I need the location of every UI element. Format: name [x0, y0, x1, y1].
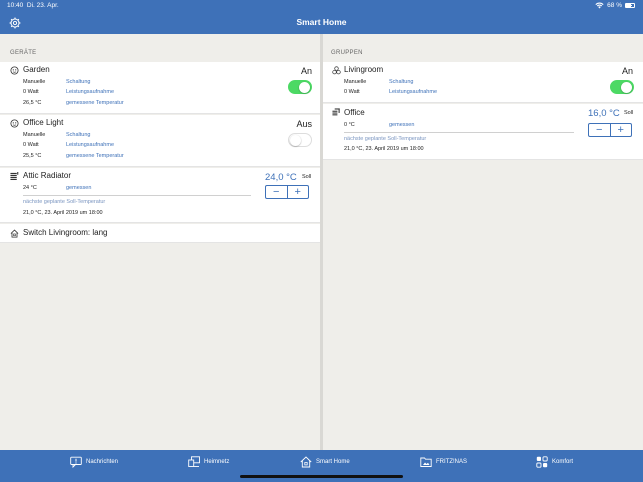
- radiator-group-icon: [332, 108, 340, 116]
- device-state: An: [300, 66, 312, 76]
- set-temperature: 16,0 °C: [588, 108, 620, 119]
- battery-percent: 68 %: [607, 2, 622, 9]
- decrease-temperature-button[interactable]: −: [589, 124, 611, 136]
- network-icon: [188, 456, 200, 467]
- device-name: Office Light: [23, 118, 64, 127]
- soll-label: Soll: [624, 110, 634, 116]
- device-card-office-light[interactable]: Office Light Aus Manuelle Schaltung 0 Wa…: [0, 115, 320, 167]
- toggle-knob: [621, 82, 632, 93]
- page-title: Smart Home: [296, 17, 347, 27]
- plug-icon: [10, 119, 19, 128]
- home-switch-icon: [10, 229, 19, 238]
- group-card-livingroom[interactable]: Livingroom An Manuelle Schaltung 0 Watt …: [323, 62, 643, 103]
- battery-icon: [625, 3, 635, 8]
- group-card-office[interactable]: Office 16,0 °C Soll 0 °C gemessen nächst…: [323, 104, 643, 160]
- device-name: Switch Livingroom: lang: [23, 228, 108, 237]
- device-card-switch-livingroom[interactable]: Switch Livingroom: lang: [0, 224, 320, 243]
- status-time: 10:40 Di. 23. Apr.: [7, 2, 59, 9]
- device-card-attic-radiator[interactable]: Attic Radiator 24,0 °C Soll 24 °C gemess…: [0, 168, 320, 223]
- group-name: Office: [344, 108, 365, 117]
- garden-toggle[interactable]: [288, 80, 312, 94]
- decrease-temperature-button[interactable]: −: [266, 186, 288, 198]
- temperature-label: 25,5 °C: [23, 153, 42, 159]
- nas-icon: [420, 457, 432, 467]
- office-light-toggle[interactable]: [288, 133, 312, 147]
- separator: [344, 132, 574, 133]
- tab-label: Nachrichten: [86, 459, 119, 465]
- soll-label: Soll: [302, 174, 312, 180]
- plug-icon: [10, 66, 19, 75]
- increase-temperature-button[interactable]: +: [611, 124, 632, 136]
- power-value: Leistungsaufnahme: [66, 142, 115, 148]
- group-icon: [332, 66, 341, 75]
- temperature-stepper[interactable]: − +: [265, 185, 309, 199]
- mode-value: Schaltung: [66, 132, 91, 138]
- mode-value: Schaltung: [389, 79, 414, 85]
- tab-label: Heimnetz: [204, 459, 230, 465]
- power-label: 0 Watt: [344, 89, 360, 95]
- measured-label: gemessen: [66, 185, 92, 191]
- separator: [23, 195, 251, 196]
- measured-temperature: 24 °C: [23, 185, 37, 191]
- device-state: Aus: [296, 119, 312, 129]
- groups-section-label: GRUPPEN: [331, 50, 363, 56]
- next-schedule-label: nächste geplante Soll-Temperatur: [23, 199, 106, 205]
- power-value: Leistungsaufnahme: [66, 89, 115, 95]
- next-schedule-label: nächste geplante Soll-Temperatur: [344, 136, 427, 142]
- status-indicators: 68 %: [595, 2, 635, 9]
- battery-fill: [626, 4, 632, 7]
- group-name: Livingroom: [344, 65, 384, 74]
- mode-label: Manuelle: [344, 79, 367, 85]
- tab-komfort[interactable]: Komfort: [536, 456, 573, 468]
- set-temperature: 24,0 °C: [265, 172, 297, 183]
- home-icon: [300, 456, 312, 468]
- temperature-label: 26,5 °C: [23, 100, 42, 106]
- temperature-value: gemessene Temperatur: [66, 153, 124, 159]
- temperature-stepper[interactable]: − +: [588, 123, 632, 137]
- measured-label: gemessen: [389, 122, 415, 128]
- power-label: 0 Watt: [23, 142, 39, 148]
- home-indicator[interactable]: [240, 475, 403, 478]
- device-name: Garden: [23, 65, 50, 74]
- power-value: Leistungsaufnahme: [389, 89, 438, 95]
- toggle-knob: [299, 82, 310, 93]
- mode-label: Manuelle: [23, 132, 46, 138]
- tab-label: FRITZ!NAS: [436, 459, 467, 465]
- tab-label: Komfort: [552, 459, 574, 465]
- livingroom-toggle[interactable]: [610, 80, 634, 94]
- radiator-icon: [10, 172, 19, 181]
- wifi-icon: [595, 2, 604, 9]
- comfort-icon: [536, 456, 548, 468]
- next-schedule-value: 21,0 °C, 23. April 2019 um 18:00: [23, 210, 103, 216]
- temperature-value: gemessene Temperatur: [66, 100, 124, 106]
- device-name: Attic Radiator: [23, 171, 72, 180]
- tab-label: Smart Home: [316, 459, 350, 465]
- next-schedule-value: 21,0 °C, 23. April 2019 um 18:00: [344, 146, 424, 152]
- power-label: 0 Watt: [23, 89, 39, 95]
- measured-temperature: 0 °C: [344, 122, 355, 128]
- tab-smart-home[interactable]: Smart Home: [300, 456, 350, 468]
- app-header: 10:40 Di. 23. Apr. 68 % Smart Home: [0, 0, 643, 34]
- tab-heimnetz[interactable]: Heimnetz: [188, 456, 229, 468]
- toggle-knob: [290, 135, 301, 146]
- device-card-garden[interactable]: Garden An Manuelle Schaltung 0 Watt Leis…: [0, 62, 320, 114]
- group-state: An: [621, 66, 633, 76]
- mode-label: Manuelle: [23, 79, 46, 85]
- message-icon: [70, 456, 82, 468]
- tab-fritz-nas[interactable]: FRITZ!NAS: [420, 456, 467, 468]
- tab-nachrichten[interactable]: Nachrichten: [70, 456, 118, 468]
- mode-value: Schaltung: [66, 79, 91, 85]
- increase-temperature-button[interactable]: +: [288, 186, 309, 198]
- devices-section-label: GERÄTE: [10, 50, 37, 56]
